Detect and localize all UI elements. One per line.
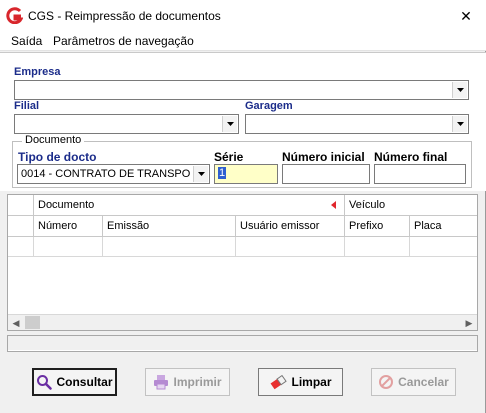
chevron-down-icon <box>198 172 205 176</box>
numero-final-input[interactable] <box>374 164 466 184</box>
menu-parametros-navegacao[interactable]: Parâmetros de navegação <box>53 34 194 48</box>
chevron-down-icon <box>457 122 464 126</box>
garagem-combo[interactable] <box>245 114 469 134</box>
menu-saida[interactable]: Saída <box>11 34 42 48</box>
cell-placa <box>410 237 477 257</box>
serie-label: Série <box>214 150 244 164</box>
numero-inicial-input[interactable] <box>282 164 370 184</box>
collapse-arrow-icon[interactable] <box>331 201 336 209</box>
cgs-logo-icon <box>6 7 23 24</box>
filial-dropdown-button[interactable] <box>222 116 237 132</box>
grid-column-header: Número Emissão Usuário emissor Prefixo P… <box>8 216 477 237</box>
limpar-button[interactable]: Limpar <box>258 368 343 396</box>
status-panel <box>8 336 477 351</box>
col-numero[interactable]: Número <box>34 216 103 237</box>
tipo-docto-dropdown-button[interactable] <box>193 166 208 182</box>
numero-inicial-label: Número inicial <box>282 150 365 164</box>
close-icon: ✕ <box>460 8 472 24</box>
filial-combo[interactable] <box>14 114 239 134</box>
cell-numero <box>34 237 103 257</box>
tipo-docto-value: 0014 - CONTRATO DE TRANSPOF <box>21 168 191 180</box>
band-veiculo-label: Veículo <box>349 199 386 211</box>
table-row[interactable] <box>8 237 477 257</box>
grid-indicator-header <box>8 195 34 216</box>
col-emissao[interactable]: Emissão <box>103 216 236 237</box>
numero-final-label: Número final <box>374 150 448 164</box>
documento-group-caption: Documento <box>22 134 85 146</box>
col-prefixo[interactable]: Prefixo <box>345 216 410 237</box>
col-placa[interactable]: Placa <box>410 216 477 237</box>
row-indicator <box>8 237 34 257</box>
imprimir-label: Imprimir <box>173 375 222 389</box>
eraser-icon <box>271 374 288 390</box>
chevron-down-icon <box>457 88 464 92</box>
results-grid[interactable]: Documento Veículo Número Emissão Usuário… <box>7 194 478 331</box>
consultar-button[interactable]: Consultar <box>32 368 117 396</box>
search-icon <box>37 375 53 390</box>
limpar-label: Limpar <box>291 375 332 389</box>
garagem-dropdown-button[interactable] <box>452 116 467 132</box>
tipo-docto-label: Tipo de docto <box>18 150 97 164</box>
cancelar-label: Cancelar <box>398 375 449 389</box>
status-bar <box>7 335 478 352</box>
cancel-icon <box>379 375 394 389</box>
scroll-right-icon[interactable]: ▶ <box>461 315 477 331</box>
window-title: CGS - Reimpressão de documentos <box>28 9 221 23</box>
cancelar-button[interactable]: Cancelar <box>371 368 456 396</box>
imprimir-button[interactable]: Imprimir <box>145 368 230 396</box>
scroll-left-icon[interactable]: ◀ <box>8 315 24 331</box>
printer-icon <box>154 375 169 390</box>
title-bar: CGS - Reimpressão de documentos ✕ <box>0 0 486 32</box>
cell-prefixo <box>345 237 410 257</box>
grid-band-header: Documento Veículo <box>8 195 477 216</box>
cell-emissao <box>103 237 236 257</box>
menu-bar: Saída Parâmetros de navegação <box>0 32 486 51</box>
consultar-label: Consultar <box>56 375 113 389</box>
serie-input[interactable]: 1 <box>214 164 278 184</box>
reimpressao-window: CGS - Reimpressão de documentos ✕ Saída … <box>0 0 486 413</box>
scroll-thumb[interactable] <box>25 316 40 329</box>
chevron-down-icon <box>227 122 234 126</box>
close-button[interactable]: ✕ <box>452 4 480 28</box>
filial-label: Filial <box>14 100 40 112</box>
band-documento[interactable]: Documento <box>34 195 345 216</box>
empresa-label: Empresa <box>14 66 61 78</box>
empresa-combo[interactable] <box>14 80 469 100</box>
col-usuario-emissor[interactable]: Usuário emissor <box>236 216 345 237</box>
cell-usuario-emissor <box>236 237 345 257</box>
band-veiculo[interactable]: Veículo <box>345 195 477 216</box>
horizontal-scrollbar[interactable]: ◀ ▶ <box>8 314 477 330</box>
serie-value: 1 <box>218 167 227 179</box>
garagem-label: Garagem <box>245 100 293 112</box>
tipo-docto-combo[interactable]: 0014 - CONTRATO DE TRANSPOF <box>17 164 210 184</box>
band-documento-label: Documento <box>38 199 95 211</box>
grid-indicator-col <box>8 216 34 237</box>
empresa-dropdown-button[interactable] <box>452 82 467 98</box>
